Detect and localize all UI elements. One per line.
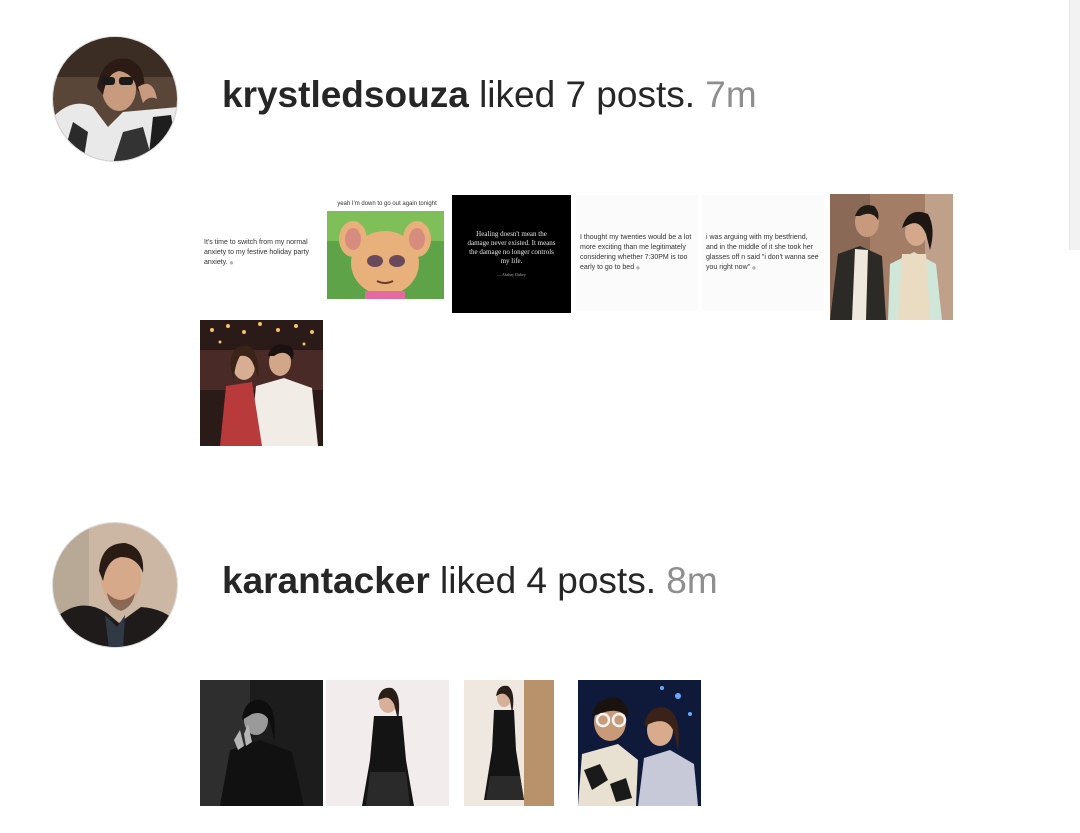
post-thumbnail[interactable]: I thought my twenties would be a lot mor…: [576, 195, 698, 311]
username-link[interactable]: karantacker: [222, 560, 430, 601]
post-thumbnail[interactable]: [326, 680, 449, 806]
activity-action: liked 4 posts.: [440, 560, 656, 601]
post-caption: yeah I'm down to go out again tonight: [337, 201, 437, 207]
post-thumbnail[interactable]: Healing doesn't mean the damage never ex…: [452, 195, 571, 313]
timestamp: 8m: [666, 560, 718, 601]
post-thumbnail[interactable]: [578, 680, 701, 806]
account-handle-icon: ◍: [752, 265, 756, 270]
post-thumbnail[interactable]: [830, 194, 953, 320]
post-thumbnail[interactable]: i was arguing with my bestfriend, and in…: [702, 195, 824, 311]
activity-headline: krystledsouza liked 7 posts. 7m: [222, 73, 757, 117]
account-handle-icon: ◍: [229, 260, 234, 265]
account-handle-icon: ◍: [636, 265, 640, 270]
avatar[interactable]: [52, 36, 178, 162]
post-quote-text: It's time to switch from my normal anxie…: [204, 239, 310, 266]
post-thumbnail[interactable]: yeah I'm down to go out again tonight: [326, 195, 448, 311]
post-quote-text: Healing doesn't mean the damage never ex…: [467, 229, 556, 265]
timestamp: 7m: [705, 74, 757, 115]
username-link[interactable]: krystledsouza: [222, 74, 469, 115]
post-quote-text: i was arguing with my bestfriend, and in…: [706, 234, 819, 271]
post-attribution: — Akshay Dubey: [497, 271, 526, 277]
activity-action: liked 7 posts.: [479, 74, 696, 115]
scrollbar[interactable]: [1069, 0, 1080, 250]
post-thumbnail[interactable]: [464, 680, 554, 806]
activity-item: karantacker liked 4 posts. 8m: [0, 480, 1065, 820]
avatar[interactable]: [52, 522, 178, 648]
post-thumbnail[interactable]: It's time to switch from my normal anxie…: [200, 195, 322, 311]
post-thumbnail[interactable]: [200, 320, 323, 446]
activity-headline: karantacker liked 4 posts. 8m: [222, 559, 718, 603]
post-thumbnail[interactable]: [200, 680, 323, 806]
activity-item: krystledsouza liked 7 posts. 7m It's tim…: [0, 0, 1065, 460]
